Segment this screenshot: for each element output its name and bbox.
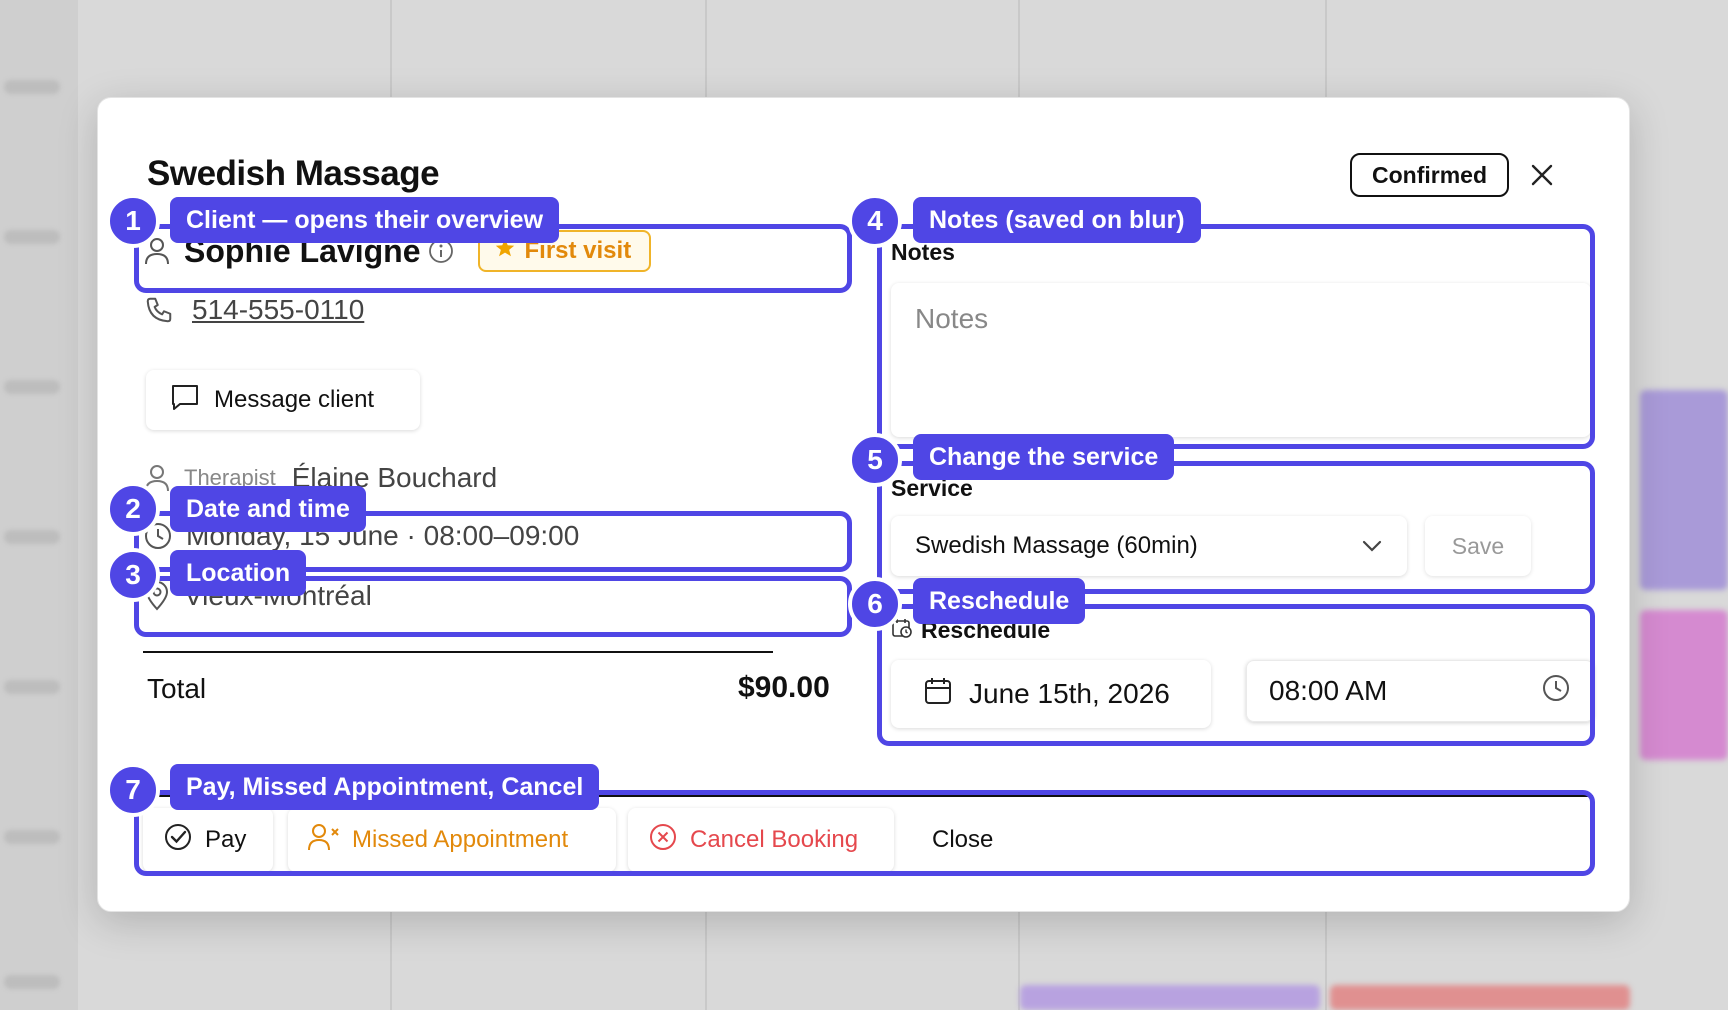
x-circle-icon xyxy=(648,822,678,859)
annotation-label-4: Notes (saved on blur) xyxy=(913,197,1201,243)
clock-icon[interactable] xyxy=(1541,673,1571,710)
reschedule-date-picker[interactable]: June 15th, 2026 xyxy=(891,660,1211,728)
save-service-button[interactable]: Save xyxy=(1425,516,1531,576)
modal-title: Swedish Massage xyxy=(147,154,440,193)
time-label xyxy=(4,530,60,544)
check-circle-icon xyxy=(163,822,193,859)
calendar-event xyxy=(1640,390,1728,590)
time-label xyxy=(4,975,60,989)
annotation-number-1: 1 xyxy=(106,194,160,248)
chevron-down-icon xyxy=(1361,532,1383,560)
notes-label: Notes xyxy=(891,239,955,265)
close-icon[interactable] xyxy=(1525,158,1559,192)
annotation-label-5: Change the service xyxy=(913,434,1175,480)
time-label xyxy=(4,680,60,694)
annotation-label-6: Reschedule xyxy=(913,578,1086,624)
calendar-icon xyxy=(923,676,953,713)
reschedule-date-value: June 15th, 2026 xyxy=(969,678,1170,709)
annotation-label-1: Client — opens their overview xyxy=(170,197,560,243)
divider xyxy=(143,651,773,653)
user-x-icon xyxy=(308,823,340,858)
status-badge: Confirmed xyxy=(1350,153,1509,197)
annotation-number-4: 4 xyxy=(848,194,902,248)
annotation-number-2: 2 xyxy=(106,482,160,536)
cancel-booking-label: Cancel Booking xyxy=(690,826,859,853)
notes-textarea[interactable]: Notes xyxy=(891,283,1591,437)
time-label xyxy=(4,380,60,394)
calendar-event xyxy=(1020,985,1320,1010)
service-selected-value: Swedish Massage (60min) xyxy=(915,532,1198,559)
reschedule-time-value: 08:00 AM xyxy=(1269,675,1388,706)
message-client-button[interactable]: Message client xyxy=(146,370,420,430)
annotation-number-6: 6 xyxy=(848,577,902,631)
pay-button[interactable]: Pay xyxy=(143,808,273,872)
service-select[interactable]: Swedish Massage (60min) xyxy=(891,516,1407,576)
calendar-event xyxy=(1640,610,1728,760)
time-column xyxy=(0,0,78,1010)
annotation-number-5: 5 xyxy=(848,433,902,487)
time-label xyxy=(4,830,60,844)
calendar-event xyxy=(1330,985,1630,1010)
pay-label: Pay xyxy=(205,826,247,853)
time-label xyxy=(4,230,60,244)
missed-appointment-label: Missed Appointment xyxy=(352,826,569,853)
phone-row: 514-555-0110 xyxy=(144,294,364,326)
total-value: $90.00 xyxy=(738,671,830,704)
annotation-label-3: Location xyxy=(170,550,307,596)
close-button[interactable]: Close xyxy=(912,808,1032,872)
time-label xyxy=(4,80,60,94)
reschedule-time-input[interactable]: 08:00 AM xyxy=(1246,660,1594,722)
annotation-label-7: Pay, Missed Appointment, Cancel xyxy=(170,764,600,810)
client-phone-link[interactable]: 514-555-0110 xyxy=(192,294,364,326)
missed-appointment-button[interactable]: Missed Appointment xyxy=(288,808,616,872)
message-icon xyxy=(170,383,200,418)
total-label: Total xyxy=(147,673,207,704)
annotation-label-2: Date and time xyxy=(170,486,366,532)
message-client-label: Message client xyxy=(214,386,375,413)
annotation-number-3: 3 xyxy=(106,548,160,602)
annotation-number-7: 7 xyxy=(106,763,160,817)
phone-icon xyxy=(144,295,174,325)
cancel-booking-button[interactable]: Cancel Booking xyxy=(628,808,894,872)
